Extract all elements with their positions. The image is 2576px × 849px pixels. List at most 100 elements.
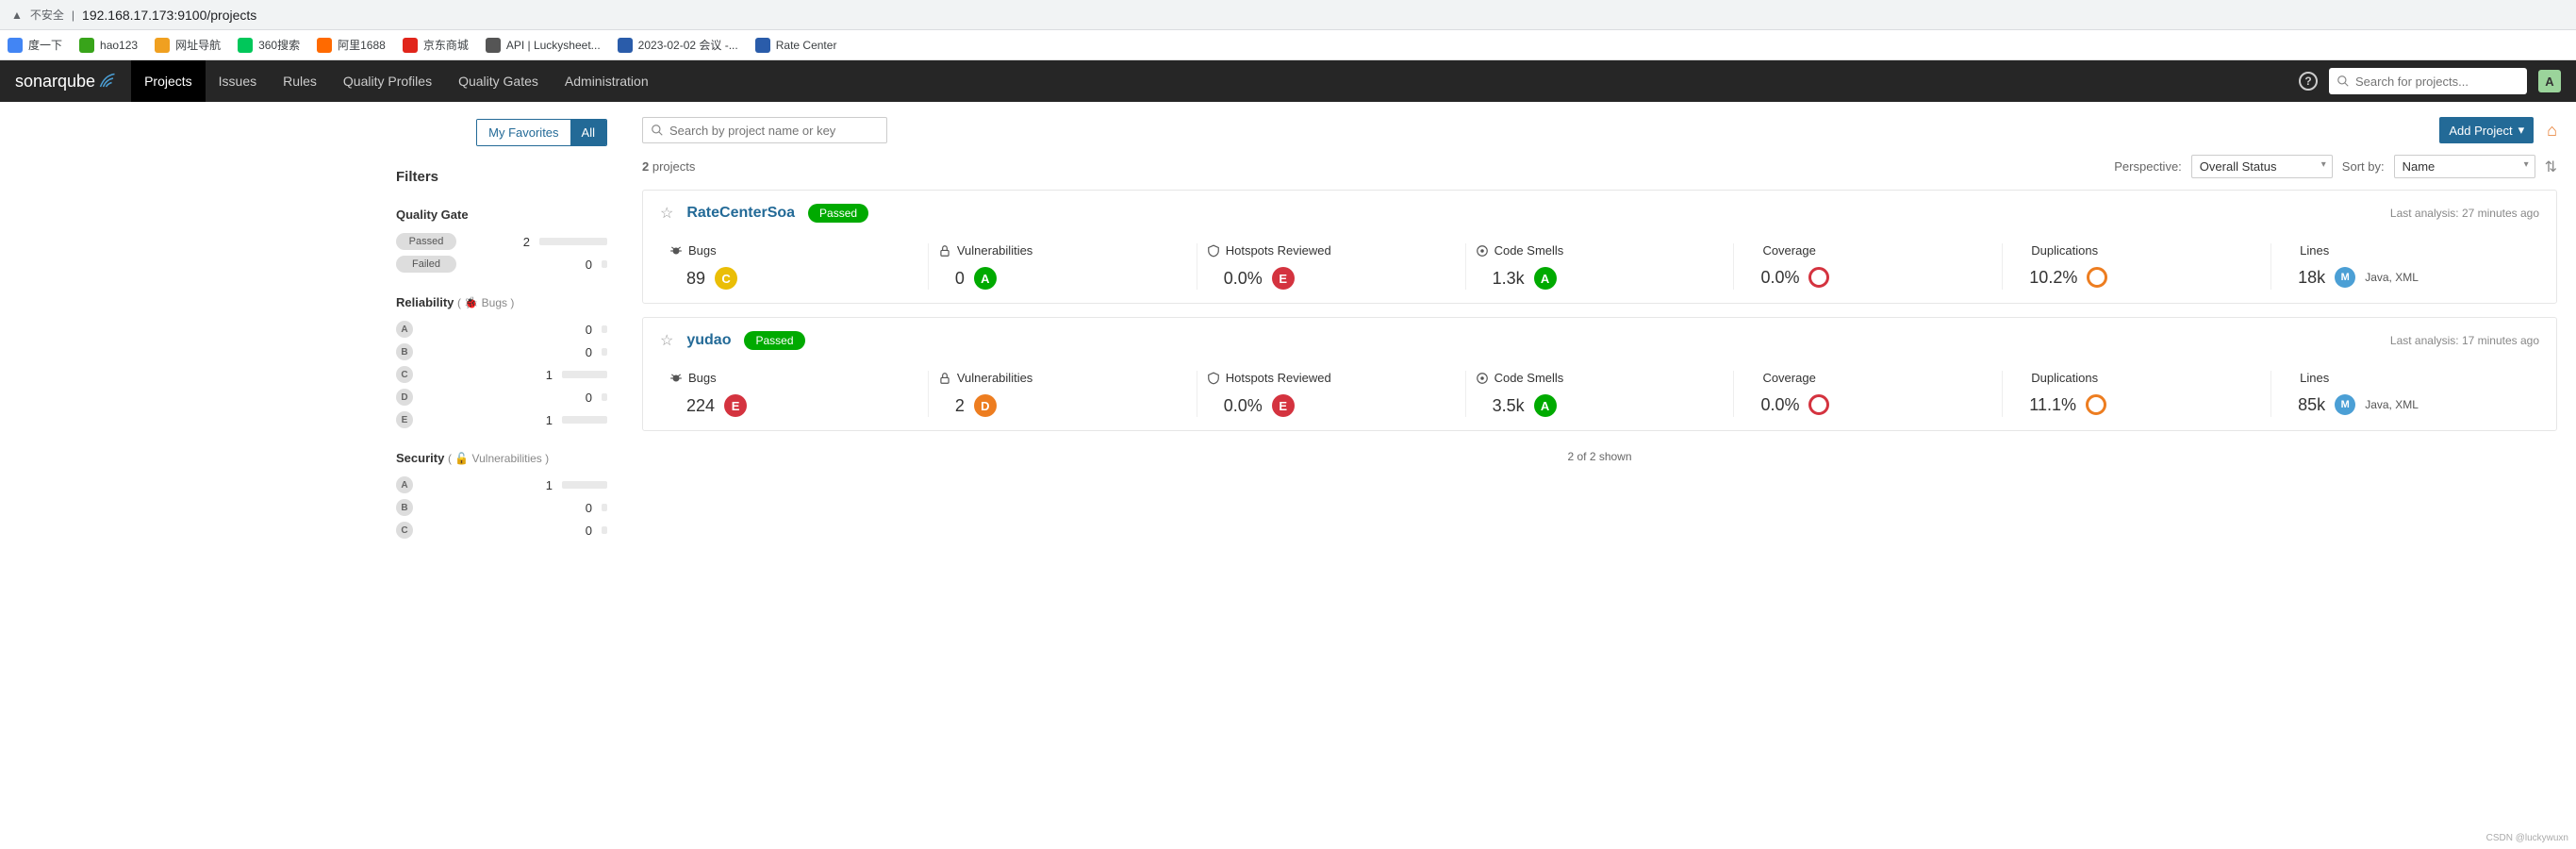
bookmark-item[interactable]: 度一下 bbox=[8, 37, 62, 53]
metric-hotspots[interactable]: Hotspots Reviewed 0.0% E bbox=[1197, 243, 1466, 290]
smells-icon bbox=[1476, 372, 1489, 385]
facet-row[interactable]: C1 bbox=[396, 366, 607, 383]
bookmark-item[interactable]: 京东商城 bbox=[403, 37, 469, 53]
rating-badge-E: E bbox=[724, 394, 747, 417]
quality-gate-badge: Passed bbox=[808, 204, 868, 223]
facet-row[interactable]: Passed2 bbox=[396, 233, 607, 250]
project-card: ☆ yudao Passed Last analysis: 17 minutes… bbox=[642, 317, 2557, 431]
tab-all[interactable]: All bbox=[570, 120, 606, 145]
facet-title-quality-gate[interactable]: Quality Gate bbox=[396, 208, 607, 222]
bookmark-label: 2023-02-02 会议 -... bbox=[638, 37, 738, 53]
user-avatar[interactable]: A bbox=[2538, 70, 2561, 92]
top-nav: sonarqube ProjectsIssuesRulesQuality Pro… bbox=[0, 60, 2576, 102]
facet-bar bbox=[602, 325, 607, 333]
bookmark-favicon bbox=[618, 38, 633, 53]
facet-row[interactable]: A0 bbox=[396, 321, 607, 338]
project-search-input[interactable] bbox=[669, 124, 879, 138]
facet-count: 2 bbox=[492, 235, 530, 249]
sort-direction-icon[interactable]: ⇅ bbox=[2545, 158, 2557, 176]
facet-row[interactable]: E1 bbox=[396, 411, 607, 428]
metric-coverage[interactable]: Coverage 0.0% bbox=[1734, 371, 2003, 417]
favorite-star-icon[interactable]: ☆ bbox=[660, 331, 673, 350]
bookmark-label: 度一下 bbox=[28, 37, 62, 53]
nav-item-quality-profiles[interactable]: Quality Profiles bbox=[330, 60, 445, 102]
project-search[interactable] bbox=[642, 117, 887, 143]
rating-badge-C: C bbox=[715, 267, 737, 290]
add-project-button[interactable]: Add Project▾ bbox=[2439, 117, 2534, 143]
facet-count: 0 bbox=[554, 323, 592, 337]
bookmark-item[interactable]: 360搜索 bbox=[238, 37, 300, 53]
results-footer: 2 of 2 shown bbox=[642, 444, 2557, 469]
rating-badge-A: A bbox=[974, 267, 997, 290]
smells-icon bbox=[1476, 244, 1489, 258]
brand-logo[interactable]: sonarqube bbox=[0, 72, 131, 92]
facet-row[interactable]: Failed0 bbox=[396, 256, 607, 273]
nav-item-rules[interactable]: Rules bbox=[270, 60, 330, 102]
rating-A: A bbox=[396, 476, 413, 493]
brand-text: sonarqube bbox=[15, 72, 95, 92]
bookmark-favicon bbox=[79, 38, 94, 53]
facet-row[interactable]: A1 bbox=[396, 476, 607, 493]
bookmark-label: 网址导航 bbox=[175, 37, 221, 53]
languages-text: Java, XML bbox=[2365, 271, 2419, 284]
facet-row[interactable]: B0 bbox=[396, 499, 607, 516]
nav-item-quality-gates[interactable]: Quality Gates bbox=[445, 60, 552, 102]
facet-title-security[interactable]: Security ( 🔓 Vulnerabilities ) bbox=[396, 451, 607, 465]
brand-wave-icon bbox=[99, 73, 116, 90]
metric-smells[interactable]: Code Smells 1.3k A bbox=[1466, 243, 1735, 290]
perspective-select[interactable]: Overall Status bbox=[2191, 155, 2333, 178]
browser-address-bar: ▲ 不安全 | 192.168.17.173:9100/projects bbox=[0, 0, 2576, 30]
bookmark-item[interactable]: Rate Center bbox=[755, 38, 837, 53]
global-search[interactable] bbox=[2329, 68, 2527, 94]
bookmark-favicon bbox=[486, 38, 501, 53]
bookmark-label: API | Luckysheet... bbox=[506, 39, 601, 52]
bookmark-item[interactable]: 阿里1688 bbox=[317, 37, 386, 53]
help-icon[interactable]: ? bbox=[2299, 72, 2318, 91]
insecure-label: 不安全 bbox=[30, 7, 64, 23]
bookmark-item[interactable]: API | Luckysheet... bbox=[486, 38, 601, 53]
rating-badge-E: E bbox=[1272, 394, 1295, 417]
bookmark-item[interactable]: 网址导航 bbox=[155, 37, 221, 53]
facet-pill: Failed bbox=[396, 256, 456, 273]
bookmark-favicon bbox=[317, 38, 332, 53]
bugs-icon bbox=[669, 244, 683, 258]
facet-row[interactable]: C0 bbox=[396, 522, 607, 539]
rating-B: B bbox=[396, 343, 413, 360]
metric-vuln[interactable]: Vulnerabilities 0 A bbox=[929, 243, 1197, 290]
facet-count: 0 bbox=[554, 524, 592, 538]
facet-row[interactable]: D0 bbox=[396, 389, 607, 406]
bookmark-item[interactable]: 2023-02-02 会议 -... bbox=[618, 37, 738, 53]
metric-dup[interactable]: Duplications 10.2% bbox=[2003, 243, 2271, 290]
metric-dup[interactable]: Duplications 11.1% bbox=[2003, 371, 2271, 417]
global-search-input[interactable] bbox=[2355, 75, 2519, 89]
chevron-down-icon: ▾ bbox=[2518, 123, 2525, 138]
metric-vuln[interactable]: Vulnerabilities 2 D bbox=[929, 371, 1197, 417]
sort-select[interactable]: Name bbox=[2394, 155, 2535, 178]
hotspots-icon bbox=[1207, 244, 1220, 258]
bookmark-item[interactable]: hao123 bbox=[79, 38, 138, 53]
metric-bugs[interactable]: Bugs 224 E bbox=[660, 371, 929, 417]
nav-item-projects[interactable]: Projects bbox=[131, 60, 206, 102]
metric-lines[interactable]: Lines 85k M Java, XML bbox=[2271, 371, 2539, 417]
bookmark-label: 京东商城 bbox=[423, 37, 469, 53]
facet-title-reliability[interactable]: Reliability ( 🐞 Bugs ) bbox=[396, 295, 607, 309]
project-name-link[interactable]: yudao bbox=[686, 332, 731, 349]
home-icon[interactable]: ⌂ bbox=[2547, 121, 2557, 141]
hotspots-icon bbox=[1207, 372, 1220, 385]
facet-row[interactable]: B0 bbox=[396, 343, 607, 360]
url-text[interactable]: 192.168.17.173:9100/projects bbox=[82, 8, 256, 23]
duplication-ring-icon bbox=[2086, 394, 2106, 415]
nav-item-issues[interactable]: Issues bbox=[206, 60, 270, 102]
last-analysis-text: Last analysis: 17 minutes ago bbox=[2390, 334, 2539, 347]
metric-bugs[interactable]: Bugs 89 C bbox=[660, 243, 929, 290]
rating-E: E bbox=[396, 411, 413, 428]
facet-count: 1 bbox=[515, 413, 553, 427]
metric-hotspots[interactable]: Hotspots Reviewed 0.0% E bbox=[1197, 371, 1466, 417]
favorite-star-icon[interactable]: ☆ bbox=[660, 204, 673, 223]
project-name-link[interactable]: RateCenterSoa bbox=[686, 205, 795, 222]
metric-lines[interactable]: Lines 18k M Java, XML bbox=[2271, 243, 2539, 290]
metric-smells[interactable]: Code Smells 3.5k A bbox=[1466, 371, 1735, 417]
nav-item-administration[interactable]: Administration bbox=[552, 60, 662, 102]
tab-my-favorites[interactable]: My Favorites bbox=[477, 120, 570, 145]
metric-coverage[interactable]: Coverage 0.0% bbox=[1734, 243, 2003, 290]
